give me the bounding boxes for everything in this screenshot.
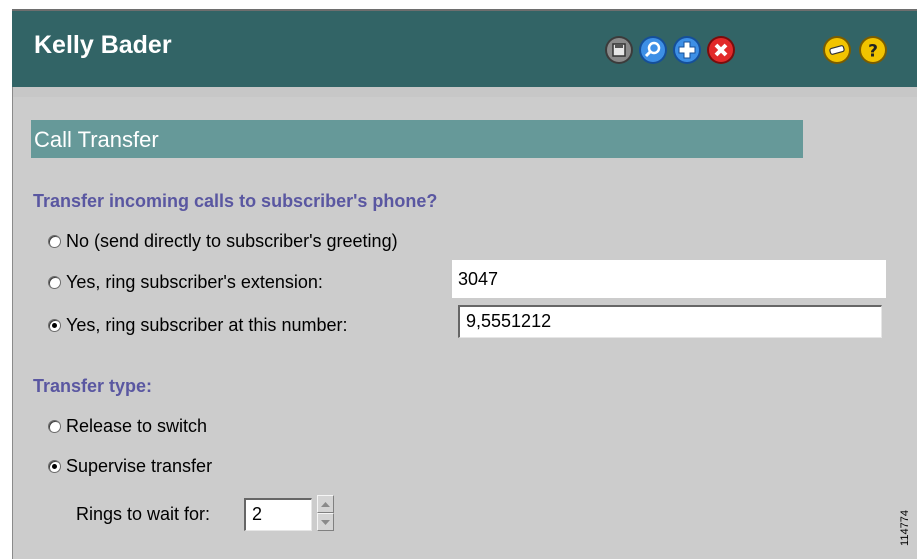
header-bar: Kelly Bader ? bbox=[12, 11, 917, 87]
delete-button[interactable] bbox=[706, 35, 736, 65]
stepper-up-button[interactable] bbox=[317, 495, 334, 513]
rings-input[interactable]: 2 bbox=[244, 498, 312, 531]
radio-label: No (send directly to subscriber's greeti… bbox=[66, 231, 398, 251]
radio-no-transfer[interactable]: No (send directly to subscriber's greeti… bbox=[48, 231, 398, 252]
find-button[interactable] bbox=[638, 35, 668, 65]
section-title: Call Transfer bbox=[34, 127, 159, 152]
radio-release-to-switch[interactable]: Release to switch bbox=[48, 416, 207, 437]
add-button[interactable] bbox=[672, 35, 702, 65]
radio-button[interactable] bbox=[48, 460, 61, 473]
radio-button[interactable] bbox=[48, 319, 61, 332]
arrow-down-icon bbox=[321, 519, 330, 525]
radio-label: Yes, ring subscriber's extension: bbox=[66, 272, 323, 292]
add-icon bbox=[673, 36, 701, 64]
minus-icon bbox=[823, 36, 851, 64]
phone-number-field[interactable]: 9,5551212 bbox=[458, 305, 882, 338]
divider bbox=[12, 87, 917, 97]
extension-field[interactable]: 3047 bbox=[452, 260, 886, 298]
radio-label: Release to switch bbox=[66, 416, 208, 436]
figure-id: 114774 bbox=[896, 500, 914, 556]
transfer-type-label: Transfer type: bbox=[33, 376, 153, 396]
save-button[interactable] bbox=[604, 35, 634, 65]
help-icon: ? bbox=[859, 36, 887, 64]
save-icon bbox=[605, 36, 633, 64]
window-left-border bbox=[12, 87, 13, 559]
radio-supervise-transfer[interactable]: Supervise transfer bbox=[48, 456, 212, 477]
radio-label: Supervise transfer bbox=[66, 456, 213, 476]
rings-stepper bbox=[317, 495, 334, 531]
stepper-down-button[interactable] bbox=[317, 513, 334, 531]
radio-label: Yes, ring subscriber at this number: bbox=[66, 315, 348, 335]
help-button[interactable]: ? bbox=[858, 35, 888, 65]
transfer-question: Transfer incoming calls to subscriber's … bbox=[33, 191, 438, 211]
section-header: Call Transfer bbox=[31, 120, 803, 158]
arrow-up-icon bbox=[321, 501, 330, 507]
search-icon bbox=[639, 36, 667, 64]
radio-ring-number[interactable]: Yes, ring subscriber at this number: bbox=[48, 315, 347, 336]
radio-button[interactable] bbox=[48, 235, 61, 248]
svg-text:?: ? bbox=[868, 42, 878, 62]
minus-button[interactable] bbox=[822, 35, 852, 65]
figure-id-text: 114774 bbox=[899, 510, 911, 546]
delete-icon bbox=[707, 36, 735, 64]
radio-ring-extension[interactable]: Yes, ring subscriber's extension: bbox=[48, 272, 323, 293]
call-transfer-panel: Call Transfer Transfer incoming calls to… bbox=[12, 97, 917, 559]
radio-button[interactable] bbox=[48, 420, 61, 433]
page-title: Kelly Bader bbox=[34, 31, 172, 59]
rings-label: Rings to wait for: bbox=[76, 504, 211, 524]
radio-button[interactable] bbox=[48, 276, 61, 289]
